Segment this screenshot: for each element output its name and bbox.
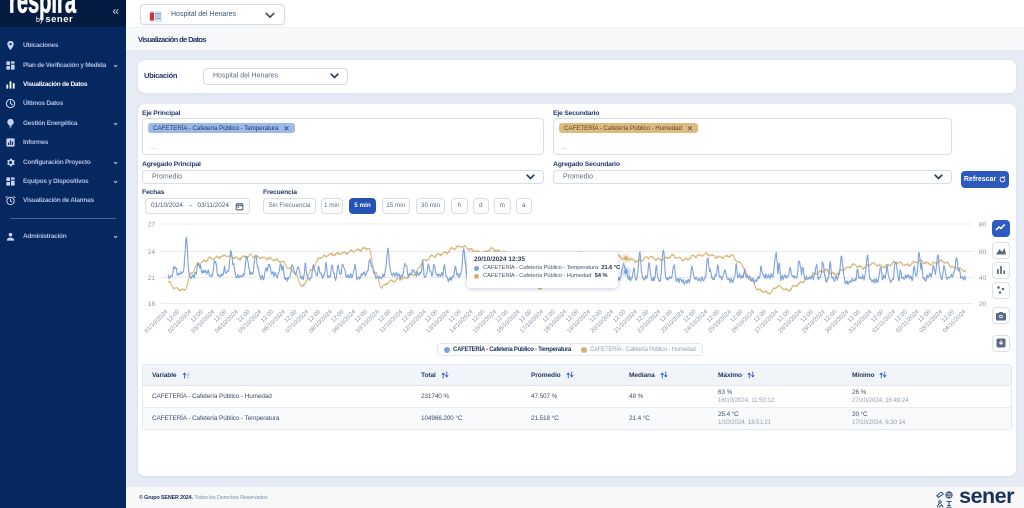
svg-text:01/10/2024: 01/10/2024 xyxy=(144,309,170,335)
svg-text:21: 21 xyxy=(148,275,156,282)
svg-text:80: 80 xyxy=(979,222,987,229)
svg-text:40: 40 xyxy=(979,275,987,282)
svg-text:27: 27 xyxy=(148,222,156,229)
svg-text:60: 60 xyxy=(979,249,987,256)
svg-text:24: 24 xyxy=(148,249,156,256)
svg-text:18: 18 xyxy=(148,301,156,308)
svg-text:20: 20 xyxy=(979,301,987,308)
